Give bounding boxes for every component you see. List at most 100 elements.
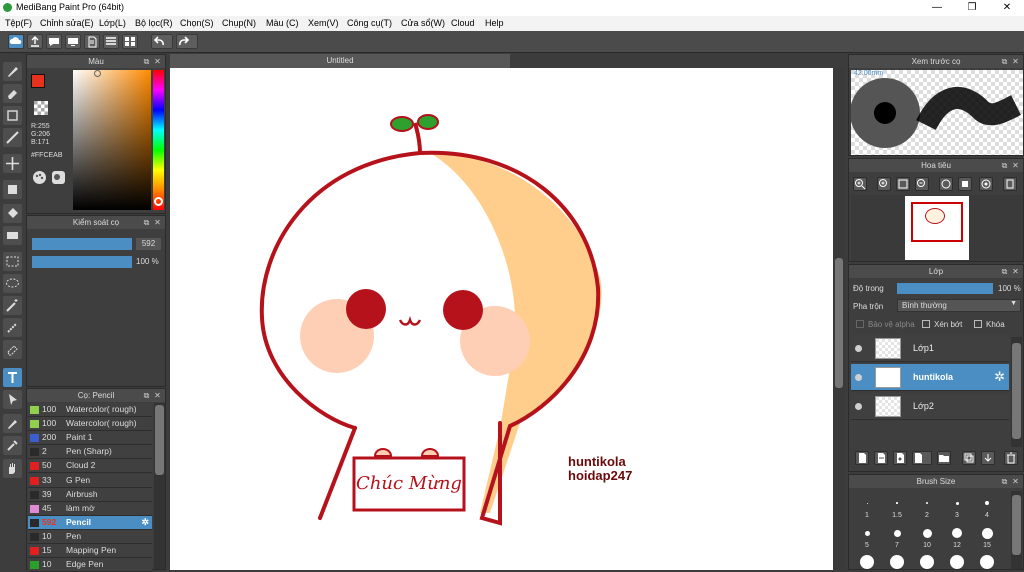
brush-size-value[interactable]: 592 [136, 238, 161, 250]
brush-size-dot[interactable] [920, 555, 934, 569]
flip-button[interactable] [958, 177, 972, 191]
visibility-eye-icon[interactable] [855, 345, 862, 352]
redo-button[interactable] [176, 34, 198, 49]
grid-button[interactable] [122, 34, 138, 49]
new-folder-button[interactable] [937, 451, 951, 465]
transparent-color-swatch[interactable] [34, 101, 48, 115]
float-icon[interactable]: ⧉ [142, 55, 151, 68]
layer-opacity-slider[interactable] [897, 283, 993, 294]
brush-size-cell[interactable]: 12 [943, 521, 971, 549]
brush-size-cell[interactable]: 2 [913, 491, 941, 519]
new-layer-button[interactable] [855, 451, 869, 465]
hue-handle[interactable] [154, 197, 163, 206]
close-panel-icon[interactable]: ✕ [153, 55, 162, 68]
brush-size-cell[interactable]: 10 [913, 521, 941, 549]
duplicate-layer-button[interactable] [962, 451, 976, 465]
undo-button[interactable] [151, 34, 173, 49]
color-history-button[interactable] [52, 171, 65, 184]
select-pen-tool[interactable] [3, 318, 22, 337]
close-panel-icon[interactable]: ✕ [153, 216, 162, 229]
layer-list-scrollbar[interactable] [1011, 337, 1022, 447]
brush-list-item[interactable]: 45 làm mờ [28, 501, 152, 516]
zoom-in-button[interactable] [853, 177, 867, 191]
canvas-scrollbar[interactable] [833, 68, 845, 570]
brush-size-cell[interactable]: 5 [853, 521, 881, 549]
zoom-in-2-button[interactable] [877, 177, 891, 191]
protect-alpha-checkbox[interactable] [856, 320, 864, 328]
float-icon[interactable]: ⧉ [142, 216, 151, 229]
clipping-checkbox[interactable] [922, 320, 930, 328]
new-1bit-layer-button[interactable] [893, 451, 907, 465]
shape-tool[interactable] [3, 106, 22, 125]
close-button[interactable]: ✕ [990, 0, 1024, 16]
lock-checkbox[interactable] [974, 320, 982, 328]
delete-layer-button[interactable] [1004, 451, 1018, 465]
document-button[interactable] [84, 34, 100, 49]
move-tool[interactable] [3, 154, 22, 173]
menu-view[interactable]: Xem(V) [308, 18, 339, 28]
float-icon[interactable]: ⧉ [1000, 55, 1009, 68]
select-eraser-tool[interactable] [3, 340, 22, 359]
picker-cursor[interactable] [94, 70, 101, 77]
add-layer-menu-button[interactable] [912, 451, 932, 465]
brush-size-cell[interactable]: 4 [973, 491, 1001, 519]
brush-size-cell[interactable]: 1.5 [883, 491, 911, 519]
brush-list-scroll-thumb[interactable] [155, 405, 164, 475]
brush-list-item[interactable]: 50 Cloud 2 [28, 459, 152, 474]
brush-size-dot[interactable] [860, 555, 874, 569]
visibility-eye-icon[interactable] [855, 374, 862, 381]
float-icon[interactable]: ⧉ [142, 389, 151, 402]
brush-list-item[interactable]: 2 Pen (Sharp) [28, 445, 152, 460]
share-button[interactable] [65, 34, 81, 49]
brush-size-cell[interactable]: 15 [973, 521, 1001, 549]
brush-list-item[interactable]: 39 Airbrush [28, 487, 152, 502]
brush-size-dot[interactable] [950, 555, 964, 569]
navigator-viewport[interactable] [851, 195, 1023, 261]
comment-button[interactable] [46, 34, 62, 49]
close-panel-icon[interactable]: ✕ [1011, 265, 1020, 278]
foreground-color-swatch[interactable] [31, 74, 45, 88]
select-tool[interactable] [3, 252, 22, 271]
float-icon[interactable]: ⧉ [1000, 159, 1009, 172]
close-panel-icon[interactable]: ✕ [1011, 55, 1020, 68]
magic-wand-tool[interactable] [3, 296, 22, 315]
brush-list-item[interactable]: 100 Watercolor( rough) [28, 403, 152, 417]
hand-tool[interactable] [3, 459, 22, 478]
lasso-tool[interactable] [3, 274, 22, 293]
bucket-tool[interactable] [3, 204, 22, 223]
cloud-button[interactable] [8, 34, 24, 49]
merge-layer-button[interactable] [981, 451, 995, 465]
brush-size-cell[interactable]: 7 [883, 521, 911, 549]
menu-filter[interactable]: Bộ lọc(R) [135, 18, 173, 28]
rotate-left-button[interactable] [939, 177, 953, 191]
brush-list-item[interactable]: 200 Paint 1 [28, 431, 152, 446]
brush-size-slider[interactable] [32, 238, 132, 250]
brush-tool[interactable] [3, 62, 22, 81]
blend-mode-select[interactable]: Bình thường ▼ [897, 299, 1021, 312]
brush-list-item[interactable]: 592 Pencil ✲ [28, 515, 152, 530]
brush-opacity-slider[interactable] [32, 256, 132, 268]
menu-layer[interactable]: Lớp(L) [99, 18, 126, 28]
close-panel-icon[interactable]: ✕ [1011, 475, 1020, 488]
fill-rect-tool[interactable] [3, 180, 22, 199]
eyedropper-tool[interactable] [3, 436, 22, 455]
zoom-out-button[interactable] [915, 177, 929, 191]
minimize-button[interactable]: — [920, 0, 954, 16]
brush-list-item[interactable]: 33 G Pen [28, 473, 152, 488]
menu-tools[interactable]: Công cụ(T) [347, 18, 392, 28]
brush-size-cell[interactable]: 3 [943, 491, 971, 519]
brush-size-dot[interactable] [890, 555, 904, 569]
canvas-tab[interactable]: Untitled [170, 54, 510, 68]
layer-row[interactable]: Lớp2 [851, 393, 1009, 420]
palette-button[interactable] [33, 171, 46, 184]
divide-tool[interactable] [3, 414, 22, 433]
brush-size-cell[interactable]: 1 [853, 491, 881, 519]
menu-capture[interactable]: Chụp(N) [222, 18, 256, 28]
brush-list-item[interactable]: 15 Mapping Pen [28, 544, 152, 558]
list-button[interactable] [103, 34, 119, 49]
menu-color[interactable]: Màu (C) [266, 18, 299, 28]
brush-settings-icon[interactable]: ✲ [141, 516, 149, 529]
operation-tool[interactable] [3, 390, 22, 409]
float-icon[interactable]: ⧉ [1000, 475, 1009, 488]
reset-view-button[interactable] [1003, 177, 1017, 191]
